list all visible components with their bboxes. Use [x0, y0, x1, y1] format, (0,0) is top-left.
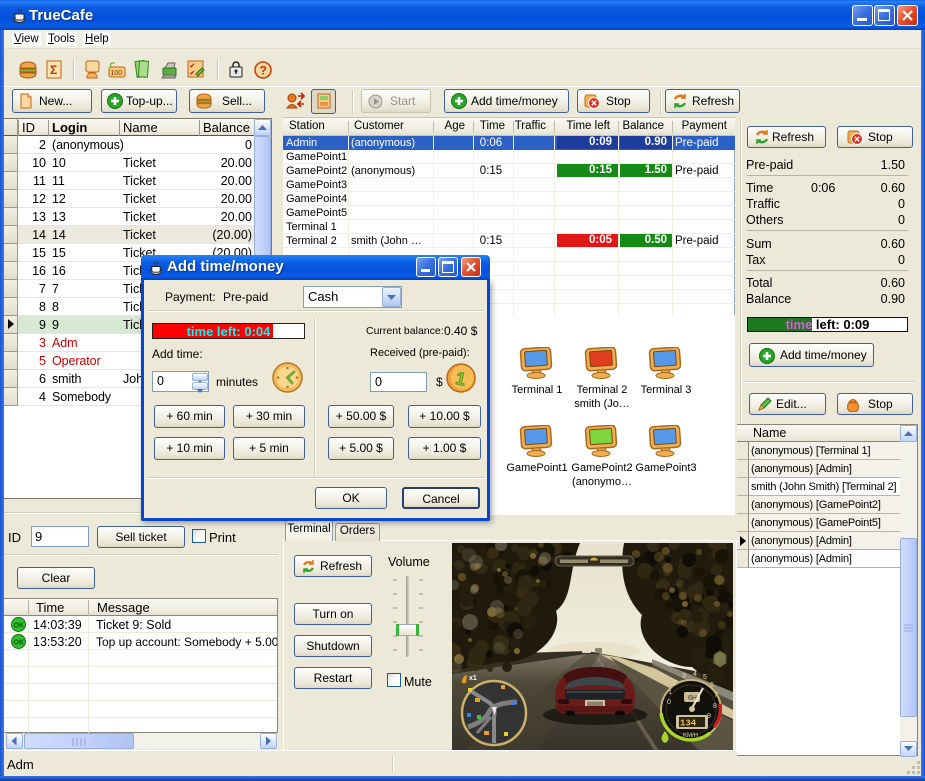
- svg-text:KM/H: KM/H: [683, 733, 698, 739]
- svg-text:1: 1: [668, 689, 672, 696]
- svg-text:?: ?: [260, 64, 267, 78]
- svg-text:4: 4: [693, 671, 697, 678]
- svg-text:3: 3: [682, 673, 686, 680]
- svg-text:✔: ✔: [190, 63, 196, 70]
- svg-text:✔: ✔: [190, 70, 196, 77]
- svg-text:7: 7: [714, 692, 718, 699]
- svg-text:Σ: Σ: [50, 63, 57, 77]
- svg-text:0: 0: [667, 699, 671, 706]
- svg-text:6: 6: [710, 682, 714, 689]
- svg-text:5: 5: [703, 674, 707, 681]
- svg-text:2: 2: [673, 680, 677, 687]
- svg-text:OK: OK: [14, 623, 25, 630]
- svg-text:134: 134: [680, 719, 697, 729]
- svg-text:x1: x1: [469, 675, 477, 682]
- svg-text:100: 100: [111, 70, 123, 77]
- svg-text:OK: OK: [14, 640, 25, 647]
- svg-text:8: 8: [713, 703, 717, 710]
